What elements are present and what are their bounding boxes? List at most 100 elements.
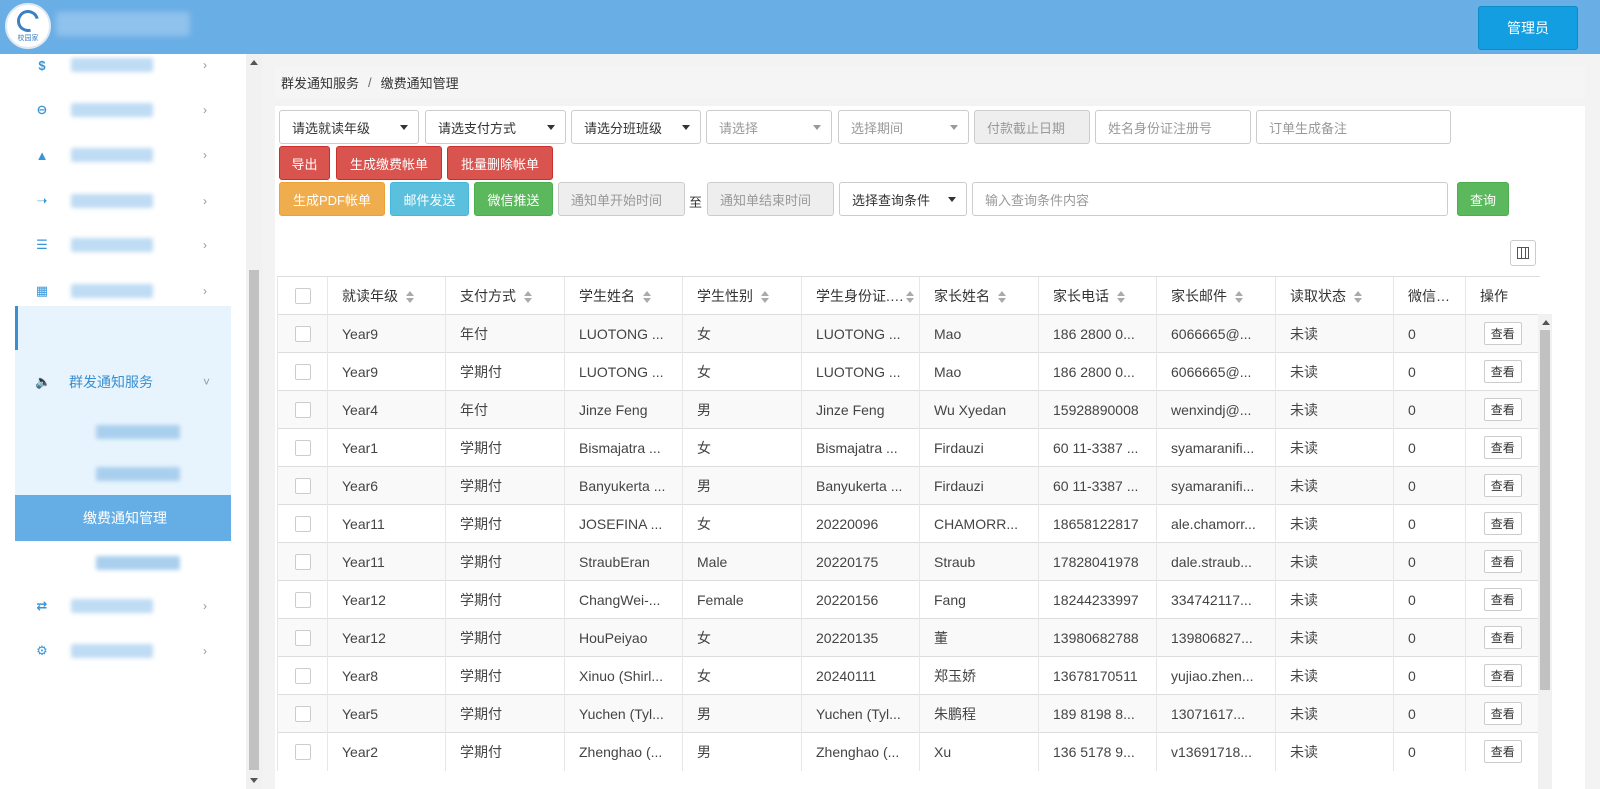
- select-all-checkbox[interactable]: [294, 288, 311, 305]
- row-checkbox[interactable]: [294, 554, 311, 571]
- table-row[interactable]: Year4 年付 Jinze Feng 男 Jinze Feng Wu Xyedan 159…: [277, 390, 1540, 429]
- email-send-button[interactable]: 邮件发送: [390, 182, 469, 216]
- row-checkbox[interactable]: [294, 516, 311, 533]
- column-header[interactable]: 支付方式: [445, 276, 565, 315]
- view-button[interactable]: 查看: [1483, 664, 1522, 687]
- period-select[interactable]: 选择期间: [838, 110, 969, 144]
- sidebar-subitem-blurred[interactable]: [96, 467, 180, 481]
- table-row[interactable]: Year11 学期付 StraubEran Male 20220175 Straub 178…: [277, 542, 1540, 581]
- name-id-input[interactable]: 姓名身份证注册号: [1095, 110, 1251, 144]
- view-button[interactable]: 查看: [1483, 702, 1522, 725]
- due-date-input[interactable]: 付款截止日期: [974, 110, 1090, 144]
- sidebar-scrollbar[interactable]: [246, 54, 262, 789]
- table-row[interactable]: Year5 学期付 Yuchen (Tyl... 男 Yuchen (Tyl... 朱鹏程…: [277, 694, 1540, 733]
- row-checkbox[interactable]: [294, 706, 311, 723]
- grade-select[interactable]: 请选就读年级: [279, 110, 419, 144]
- sidebar-item[interactable]: $ ›: [15, 42, 231, 88]
- sidebar-item[interactable]: ⇄ ›: [15, 583, 231, 629]
- sidebar-item[interactable]: ⚙ ›: [15, 628, 231, 674]
- class-select[interactable]: 请选分班班级: [571, 110, 701, 144]
- row-checkbox[interactable]: [294, 364, 311, 381]
- view-button[interactable]: 查看: [1483, 512, 1522, 535]
- table-scrollbar[interactable]: [1538, 314, 1552, 789]
- generate-bill-button[interactable]: 生成缴费帐单: [336, 146, 442, 180]
- sidebar-item-notification-service[interactable]: 🔈 群发通知服务 ˅: [15, 359, 231, 405]
- table-cell: 0: [1393, 694, 1466, 733]
- scrollbar-thumb[interactable]: [249, 270, 259, 770]
- sidebar-item[interactable]: ➝ ›: [15, 178, 231, 224]
- column-header[interactable]: 家长姓名: [919, 276, 1039, 315]
- sort-icon[interactable]: [905, 290, 914, 303]
- notice-end-time-input[interactable]: 通知单结束时间: [707, 182, 834, 216]
- table-row[interactable]: Year9 年付 LUOTONG ... 女 LUOTONG ... Mao 186 280…: [277, 314, 1540, 353]
- columns-toggle-button[interactable]: [1510, 240, 1536, 266]
- table-row[interactable]: Year1 学期付 Bismajatra ... 女 Bismajatra ... Fir…: [277, 428, 1540, 467]
- breadcrumb-parent[interactable]: 群发通知服务: [281, 73, 359, 92]
- column-header[interactable]: 家长邮件: [1156, 276, 1276, 315]
- table-cell: 未读: [1275, 428, 1394, 467]
- payment-select[interactable]: 请选支付方式: [425, 110, 566, 144]
- query-content-input[interactable]: 输入查询条件内容: [972, 182, 1448, 216]
- scrollbar-thumb[interactable]: [1540, 330, 1550, 690]
- view-button[interactable]: 查看: [1483, 550, 1522, 573]
- scroll-up-arrow-icon[interactable]: [1542, 320, 1550, 325]
- column-header[interactable]: 学生姓名: [564, 276, 683, 315]
- sort-icon[interactable]: [524, 290, 532, 303]
- sidebar-subitem-payment-notice[interactable]: 缴费通知管理: [15, 495, 231, 541]
- table-row[interactable]: Year2 学期付 Zhenghao (... 男 Zhenghao (... Xu 136…: [277, 732, 1540, 771]
- sort-icon[interactable]: [643, 290, 651, 303]
- scroll-down-arrow-icon[interactable]: [250, 778, 258, 783]
- table-row[interactable]: Year12 学期付 HouPeiyao 女 20220135 董 13980682788 1…: [277, 618, 1540, 657]
- table-row[interactable]: Year6 学期付 Banyukerta ... 男 Banyukerta ... Fir…: [277, 466, 1540, 505]
- sidebar-subitem-blurred[interactable]: [96, 556, 180, 570]
- view-button[interactable]: 查看: [1483, 588, 1522, 611]
- table-row[interactable]: Year12 学期付 ChangWei-... Female 20220156 Fang 1…: [277, 580, 1540, 619]
- batch-delete-button[interactable]: 批量删除帐单: [447, 146, 553, 180]
- sort-icon[interactable]: [1235, 290, 1243, 303]
- view-button[interactable]: 查看: [1483, 322, 1522, 345]
- sidebar-item[interactable]: ▲ ›: [15, 132, 231, 178]
- column-header[interactable]: 微信推送: [1393, 276, 1466, 315]
- column-header[interactable]: 操作: [1465, 276, 1540, 315]
- table-row[interactable]: Year9 学期付 LUOTONG ... 女 LUOTONG ... Mao 186 28…: [277, 352, 1540, 391]
- admin-button[interactable]: 管理员: [1478, 6, 1578, 50]
- remark-input[interactable]: 订单生成备注: [1256, 110, 1451, 144]
- view-button[interactable]: 查看: [1483, 360, 1522, 383]
- query-condition-select[interactable]: 选择查询条件: [839, 182, 967, 216]
- sidebar-item[interactable]: ⊖ ›: [15, 87, 231, 133]
- sort-icon[interactable]: [761, 290, 769, 303]
- row-checkbox[interactable]: [294, 744, 311, 761]
- row-checkbox[interactable]: [294, 326, 311, 343]
- view-button[interactable]: 查看: [1483, 740, 1522, 764]
- row-checkbox[interactable]: [294, 592, 311, 609]
- row-checkbox[interactable]: [294, 440, 311, 457]
- query-button[interactable]: 查询: [1457, 182, 1509, 216]
- column-header[interactable]: 就读年级: [327, 276, 446, 315]
- table-row[interactable]: Year8 学期付 Xinuo (Shirl... 女 20240111 郑玉娇 13678…: [277, 656, 1540, 695]
- view-button[interactable]: 查看: [1483, 474, 1522, 497]
- notice-start-time-input[interactable]: 通知单开始时间: [558, 182, 685, 216]
- sort-icon[interactable]: [406, 290, 414, 303]
- column-header[interactable]: 学生性别: [682, 276, 802, 315]
- sidebar-subitem-blurred[interactable]: [96, 425, 180, 439]
- row-checkbox[interactable]: [294, 478, 311, 495]
- column-header[interactable]: 家长电话: [1038, 276, 1157, 315]
- view-button[interactable]: 查看: [1483, 626, 1522, 649]
- generate-pdf-button[interactable]: 生成PDF帐单: [279, 182, 385, 216]
- generic-select[interactable]: 请选择: [706, 110, 832, 144]
- view-button[interactable]: 查看: [1483, 436, 1522, 459]
- row-checkbox[interactable]: [294, 630, 311, 647]
- row-checkbox[interactable]: [294, 668, 311, 685]
- sidebar-item[interactable]: ☰ ›: [15, 222, 231, 268]
- column-header[interactable]: 学生身份证...: [801, 276, 920, 315]
- wechat-push-button[interactable]: 微信推送: [474, 182, 553, 216]
- sort-icon[interactable]: [1354, 290, 1362, 303]
- export-button[interactable]: 导出: [279, 146, 330, 180]
- scroll-up-arrow-icon[interactable]: [250, 60, 258, 65]
- table-row[interactable]: Year11 学期付 JOSEFINA ... 女 20220096 CHAMORR...…: [277, 504, 1540, 543]
- column-header[interactable]: 读取状态: [1275, 276, 1394, 315]
- row-checkbox[interactable]: [294, 402, 311, 419]
- view-button[interactable]: 查看: [1483, 398, 1522, 421]
- sort-icon[interactable]: [998, 290, 1006, 303]
- sort-icon[interactable]: [1117, 290, 1125, 303]
